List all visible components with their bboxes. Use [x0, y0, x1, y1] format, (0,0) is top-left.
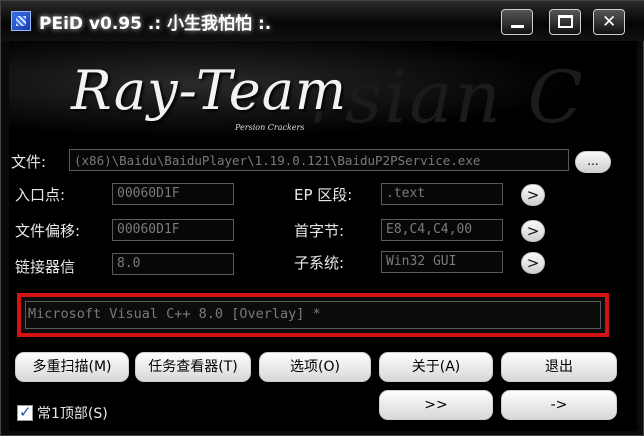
exit-button[interactable]: 退出: [501, 352, 617, 382]
title-bar[interactable]: PEiD v0.95 .: 小生我怕怕 :. ✕: [1, 1, 644, 41]
task-viewer-button[interactable]: 任务查看器(T): [135, 352, 251, 382]
team-banner: rsian C Ray-Team Persion Crackers: [9, 41, 637, 147]
close-button[interactable]: ✕: [593, 9, 625, 35]
about-button[interactable]: 关于(A): [379, 352, 493, 382]
signature-highlight: Microsoft Visual C++ 8.0 [Overlay] *: [17, 293, 609, 337]
stay-on-top-checkbox[interactable]: [17, 403, 33, 421]
file-offset-label: 文件偏移:: [15, 222, 81, 240]
linker-info-label: 链接器信: [15, 258, 76, 276]
close-icon: ✕: [602, 12, 617, 32]
browse-button[interactable]: ...: [575, 151, 611, 173]
file-path-field[interactable]: (x86)\Baidu\BaiduPlayer\1.19.0.121\Baidu…: [69, 149, 569, 171]
extra-info-button[interactable]: >>: [379, 390, 493, 420]
minimize-icon: [511, 25, 524, 28]
multi-scan-button[interactable]: 多重扫描(M): [15, 352, 129, 382]
minimize-button[interactable]: [501, 9, 533, 35]
subsystem-arrow-button[interactable]: >: [521, 252, 545, 274]
peid-window: PEiD v0.95 .: 小生我怕怕 :. ✕ rsian C Ray-Tea…: [0, 0, 644, 436]
first-bytes-field[interactable]: E8,C4,C4,00: [381, 219, 503, 241]
window-title: PEiD v0.95 .: 小生我怕怕 :.: [39, 14, 272, 34]
maximize-button[interactable]: [549, 9, 581, 35]
banner-subtitle: Persion Crackers: [235, 123, 305, 132]
main-panel: 文件: (x86)\Baidu\BaiduPlayer\1.19.0.121\B…: [9, 147, 637, 431]
ep-section-label: EP 区段:: [294, 186, 353, 204]
maximize-icon: [558, 15, 573, 28]
subsystem-label: 子系统:: [294, 254, 345, 272]
ep-section-field[interactable]: .text: [381, 183, 503, 205]
linker-info-field[interactable]: 8.0: [112, 253, 234, 275]
banner-background-text: rsian C: [309, 55, 585, 139]
first-bytes-arrow-button[interactable]: >: [521, 220, 545, 242]
peid-app-icon[interactable]: [11, 11, 31, 31]
options-button[interactable]: 选项(O): [259, 352, 371, 382]
first-bytes-label: 首字节:: [294, 222, 345, 240]
ep-section-arrow-button[interactable]: >: [521, 184, 545, 206]
stay-on-top-label[interactable]: 常1顶部(S): [37, 403, 108, 423]
banner-logo: Ray-Team: [71, 59, 348, 122]
file-offset-field[interactable]: 00060D1F: [112, 219, 234, 241]
entry-point-label: 入口点:: [15, 186, 66, 204]
entry-point-field[interactable]: 00060D1F: [112, 183, 234, 205]
file-label: 文件:: [11, 153, 47, 171]
plugins-button[interactable]: ->: [501, 390, 617, 420]
subsystem-field[interactable]: Win32 GUI: [381, 251, 503, 273]
signature-result-field[interactable]: Microsoft Visual C++ 8.0 [Overlay] *: [25, 301, 601, 329]
